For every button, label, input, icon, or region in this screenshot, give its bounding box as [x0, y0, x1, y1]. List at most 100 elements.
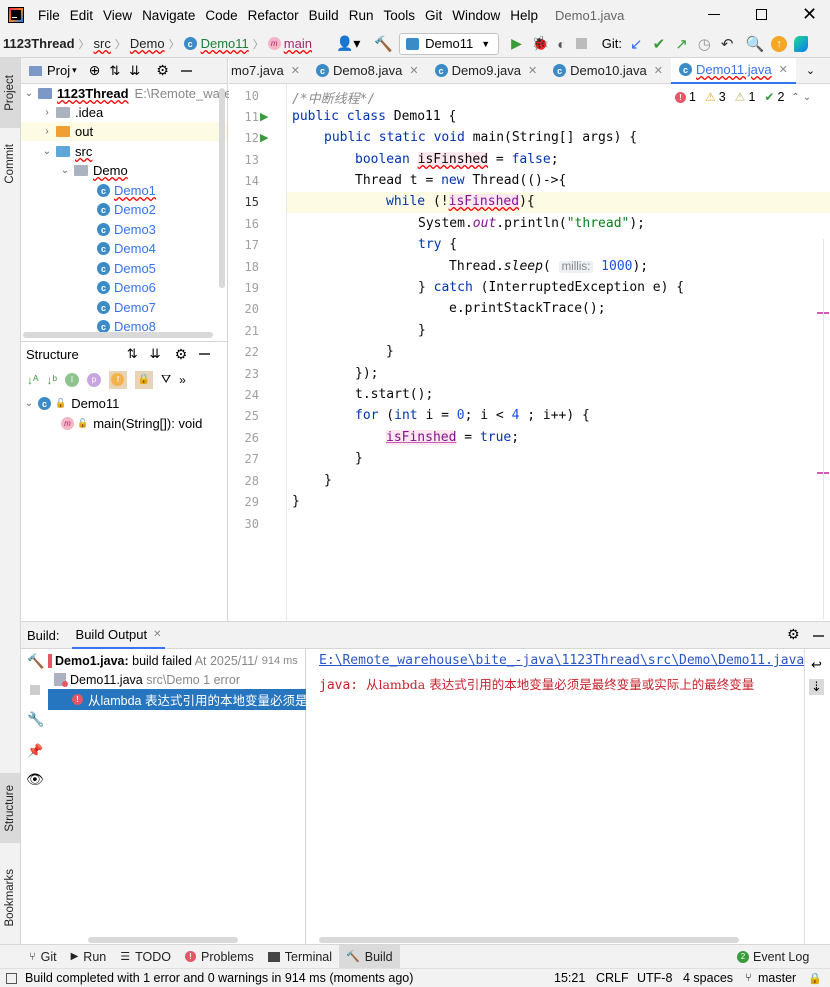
menu-tools[interactable]: Tools: [378, 8, 420, 23]
tree-item-out[interactable]: › out: [21, 122, 227, 141]
show-fields-icon[interactable]: f: [108, 370, 127, 389]
run-method-icon[interactable]: ▶: [260, 131, 268, 144]
chevron-up-icon[interactable]: ⌃: [791, 92, 799, 103]
settings-icon[interactable]: ⚙: [175, 346, 188, 363]
tree-item-demo2[interactable]: c Demo2: [97, 200, 156, 219]
structure-method[interactable]: m 🔓 main(String[]): void: [61, 414, 202, 433]
wrench-icon[interactable]: 🔧: [27, 711, 44, 728]
tree-item-demo[interactable]: ⌄ Demo: [59, 161, 128, 180]
expand-all-icon[interactable]: ⇅: [109, 63, 120, 79]
breadcrumb-src[interactable]: src: [94, 36, 111, 51]
git-history-icon[interactable]: ◷: [698, 35, 711, 53]
run-icon[interactable]: ▶: [511, 35, 522, 52]
collapse-all-icon[interactable]: ⇊: [129, 63, 140, 79]
git-rollback-icon[interactable]: ↶: [721, 35, 734, 53]
tree-item-idea[interactable]: › .idea: [41, 103, 103, 122]
expand-all-icon[interactable]: ⇅: [127, 346, 138, 362]
settings-icon[interactable]: ⚙: [787, 626, 800, 643]
tab-demo8[interactable]: c Demo8.java ✕: [308, 58, 427, 84]
build-hammer-icon[interactable]: 🔨: [374, 35, 393, 53]
filter-icon[interactable]: ⛛: [161, 372, 171, 387]
user-icon[interactable]: 👤▾: [336, 35, 360, 52]
build-entry-file[interactable]: Demo11.java src\Demo 1 error: [54, 670, 240, 689]
eye-icon[interactable]: 👁: [26, 771, 44, 788]
status-git-branch[interactable]: master: [758, 971, 796, 985]
horizontal-scrollbar[interactable]: [319, 937, 739, 943]
hide-panel-icon[interactable]: [199, 353, 211, 355]
sort-visibility-icon[interactable]: ↓ᵇ: [46, 373, 57, 387]
status-panel-icon[interactable]: [6, 972, 17, 984]
menu-navigate[interactable]: Navigate: [137, 8, 200, 23]
close-icon[interactable]: ✕: [291, 64, 300, 77]
inspection-widget[interactable]: ! 1 ⚠ 3 ⚠ 1 ✔ 2 ⌃ ⌄: [675, 90, 811, 104]
minimize-icon[interactable]: [708, 14, 720, 15]
horizontal-scrollbar[interactable]: [23, 332, 213, 338]
stripe-commit[interactable]: Commit: [0, 134, 20, 194]
tree-item-demo6[interactable]: c Demo6: [97, 278, 156, 297]
tree-item-src[interactable]: ⌄ src: [41, 142, 93, 161]
menu-file[interactable]: File: [33, 8, 65, 23]
collapse-all-icon[interactable]: ⇊: [150, 346, 161, 362]
tree-item-demo5[interactable]: c Demo5: [97, 259, 156, 278]
chevron-right-icon[interactable]: ›: [41, 126, 53, 137]
tab-demo10[interactable]: c Demo10.java ✕: [545, 58, 671, 84]
code-editor[interactable]: 10 11 12 13 14 15 16 17 18 19 20 21 22 23 24 25 26 27 28 29…: [229, 84, 830, 621]
soft-wrap-icon[interactable]: ↩: [811, 657, 822, 673]
chevron-down-icon[interactable]: ⌄: [803, 92, 811, 103]
lock-icon[interactable]: 🔒: [808, 972, 822, 985]
build-output-path-link[interactable]: E:\Remote_warehouse\bite_-java\1123Threa…: [319, 653, 804, 668]
toolwindow-terminal[interactable]: Terminal: [261, 945, 339, 969]
tab-build-output[interactable]: Build Output ✕: [71, 622, 166, 649]
search-icon[interactable]: 🔍: [745, 35, 764, 53]
tree-item-demo3[interactable]: c Demo3: [97, 220, 156, 239]
stripe-bookmarks[interactable]: Bookmarks: [0, 858, 20, 938]
show-non-public-icon[interactable]: 🔒: [134, 370, 153, 389]
stop-icon[interactable]: [30, 685, 40, 695]
close-icon[interactable]: ✕: [779, 63, 788, 76]
update-icon[interactable]: ↑: [771, 35, 788, 52]
plugin-icon[interactable]: [794, 35, 809, 52]
show-inherited-icon[interactable]: I: [64, 372, 79, 387]
menu-code[interactable]: Code: [200, 8, 242, 23]
tree-root[interactable]: ⌄ 1123Thread E:\Remote_ware: [23, 84, 232, 103]
locate-icon[interactable]: ⊕: [89, 62, 101, 79]
tab-demo7[interactable]: mo7.java ✕: [229, 58, 308, 84]
menu-help[interactable]: Help: [505, 8, 543, 23]
menu-build[interactable]: Build: [304, 8, 344, 23]
chevron-down-icon[interactable]: ⌄: [23, 88, 35, 99]
close-icon[interactable]: ✕: [528, 64, 537, 77]
toolwindow-event-log[interactable]: 2 Event Log: [730, 945, 816, 969]
maximize-icon[interactable]: [756, 9, 767, 20]
toolwindow-problems[interactable]: ! Problems: [178, 945, 261, 969]
vertical-scrollbar[interactable]: [219, 88, 225, 288]
tab-demo9[interactable]: c Demo9.java ✕: [427, 58, 546, 84]
chevron-down-icon[interactable]: ⌄: [23, 398, 35, 409]
coverage-icon[interactable]: ◐: [557, 36, 565, 52]
scroll-to-end-icon[interactable]: ⇣: [809, 679, 824, 695]
tree-item-demo4[interactable]: c Demo4: [97, 239, 156, 258]
debug-icon[interactable]: 🐞: [532, 35, 549, 52]
run-config-select[interactable]: Demo11 ▼: [399, 32, 500, 55]
rebuild-icon[interactable]: 🔨: [27, 653, 44, 670]
chevron-down-icon[interactable]: ⌄: [41, 146, 53, 157]
structure-class[interactable]: ⌄ c 🔓 Demo11: [23, 394, 120, 413]
git-push-icon[interactable]: ↗: [675, 35, 688, 53]
status-line-separator[interactable]: CRLF: [596, 971, 629, 985]
stripe-structure[interactable]: Structure: [0, 773, 20, 843]
tree-item-demo7[interactable]: c Demo7: [97, 298, 156, 317]
hide-panel-icon[interactable]: [813, 635, 824, 637]
breadcrumb-demo[interactable]: Demo: [130, 36, 165, 51]
build-output-console[interactable]: E:\Remote_warehouse\bite_-java\1123Threa…: [307, 649, 804, 945]
status-encoding[interactable]: UTF-8: [637, 971, 672, 985]
chevron-down-icon[interactable]: ▾: [72, 65, 77, 76]
breadcrumb-method[interactable]: main: [284, 36, 312, 51]
settings-icon[interactable]: ⚙: [156, 62, 169, 79]
menu-git[interactable]: Git: [420, 8, 447, 23]
status-caret-position[interactable]: 15:21: [554, 971, 585, 985]
stripe-project[interactable]: Project: [0, 58, 20, 128]
toolwindow-build[interactable]: 🔨 Build: [339, 944, 400, 969]
toolwindow-run[interactable]: ▶ Run: [64, 945, 114, 969]
close-icon[interactable]: ✕: [802, 4, 817, 25]
project-panel-title[interactable]: Proj: [47, 63, 70, 78]
hide-panel-icon[interactable]: [180, 69, 192, 72]
